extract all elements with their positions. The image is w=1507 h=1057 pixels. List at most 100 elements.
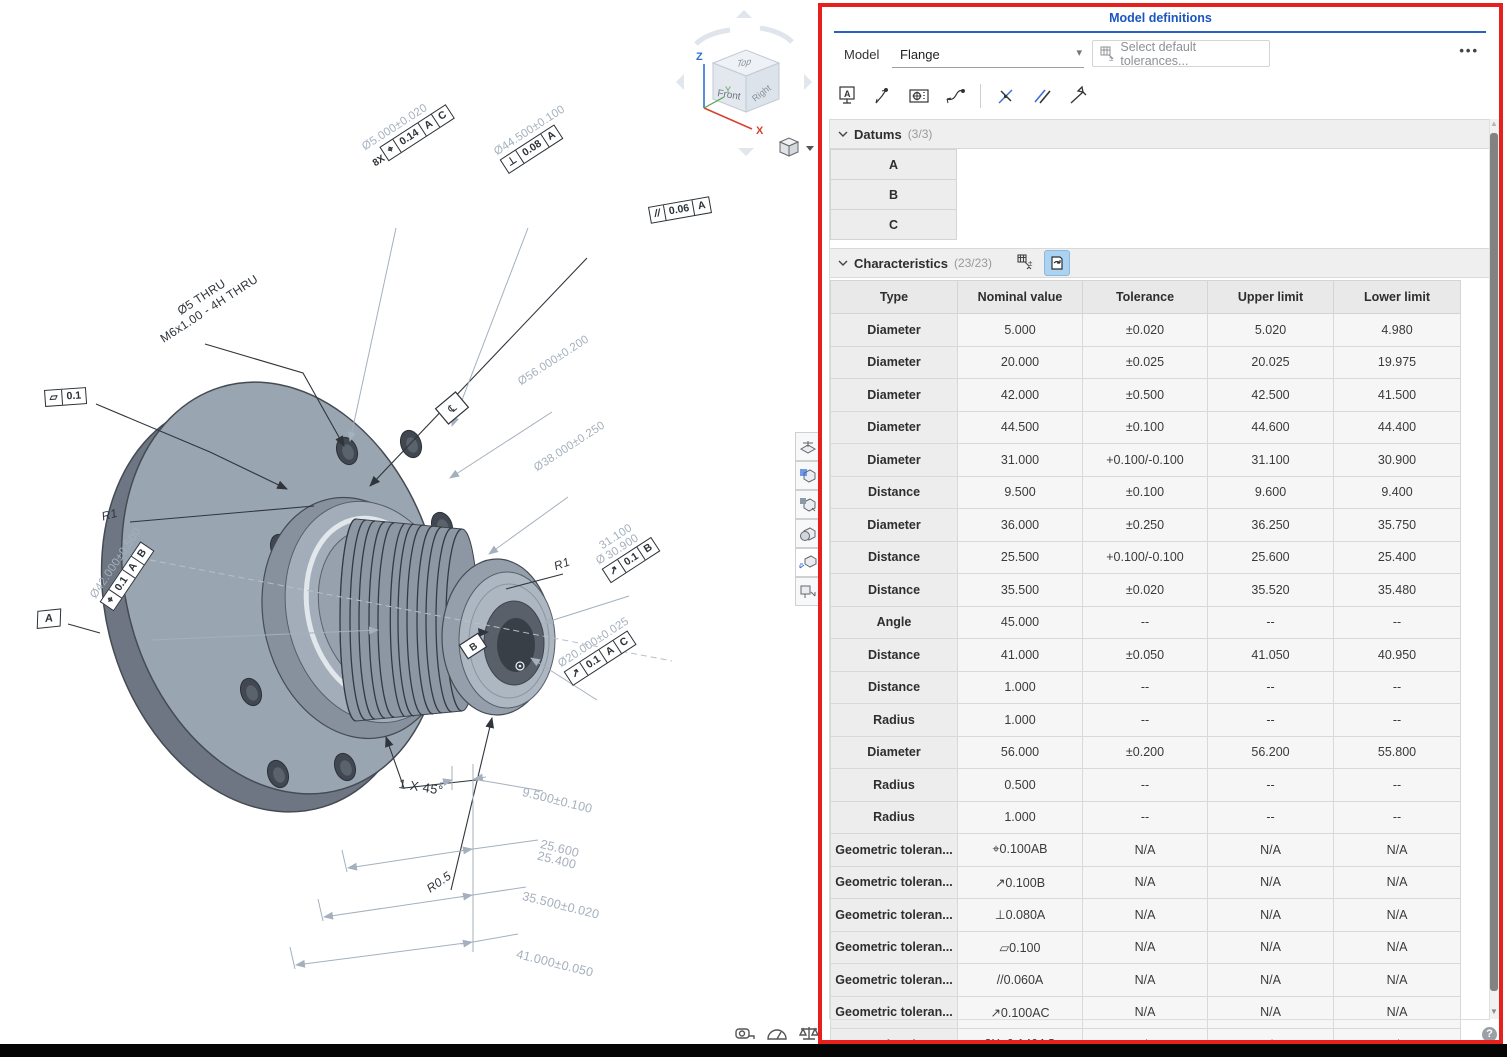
value-cell[interactable]: 45.000 xyxy=(958,606,1083,639)
value-cell[interactable]: 20.000 xyxy=(958,346,1083,379)
overflow-menu-button[interactable]: ••• xyxy=(1459,43,1479,58)
type-cell[interactable]: Distance xyxy=(831,639,958,672)
value-cell[interactable]: N/A xyxy=(1334,996,1461,1029)
value-cell[interactable]: 4.980 xyxy=(1334,314,1461,347)
value-cell[interactable]: 35.480 xyxy=(1334,574,1461,607)
explode-view-button[interactable] xyxy=(795,548,821,577)
value-cell[interactable]: ↗0.100AC xyxy=(958,996,1083,1029)
value-cell[interactable]: -- xyxy=(1334,769,1461,802)
table-row[interactable]: Geometric toleran...▱0.100N/AN/AN/A xyxy=(831,931,1461,964)
value-cell[interactable]: N/A xyxy=(1083,834,1208,867)
model-dropdown[interactable]: Flange ▾ xyxy=(892,41,1084,68)
view-cube[interactable]: Top Front Right Z X Y xyxy=(668,8,818,166)
datum-a-flag[interactable]: A xyxy=(36,607,62,628)
value-cell[interactable]: -- xyxy=(1083,704,1208,737)
value-cell[interactable]: N/A xyxy=(1208,899,1334,932)
type-cell[interactable]: Angle xyxy=(831,606,958,639)
type-cell[interactable]: Diameter xyxy=(831,346,958,379)
characteristics-table[interactable]: Type Nominal value Tolerance Upper limit… xyxy=(830,280,1461,1057)
value-cell[interactable]: N/A xyxy=(1083,866,1208,899)
value-cell[interactable]: 41.050 xyxy=(1208,639,1334,672)
value-cell[interactable]: 25.400 xyxy=(1334,541,1461,574)
table-row[interactable]: Radius1.000------ xyxy=(831,801,1461,834)
type-cell[interactable]: Diameter xyxy=(831,314,958,347)
datum-arrow-button[interactable] xyxy=(1065,82,1091,110)
table-row[interactable]: Geometric toleran...⌖0.100ABN/AN/AN/A xyxy=(831,834,1461,867)
value-cell[interactable]: //0.060A xyxy=(958,964,1083,997)
value-cell[interactable]: 5.020 xyxy=(1208,314,1334,347)
flatness-fcf[interactable]: ▱0.1 xyxy=(44,387,87,407)
value-cell[interactable]: N/A xyxy=(1083,899,1208,932)
flange-body[interactable] xyxy=(52,342,555,852)
type-cell[interactable]: Radius xyxy=(831,704,958,737)
value-cell[interactable]: -- xyxy=(1208,801,1334,834)
annotation-views-button[interactable] xyxy=(795,577,821,606)
value-cell[interactable]: 35.520 xyxy=(1208,574,1334,607)
value-cell[interactable]: +0.100/-0.100 xyxy=(1083,541,1208,574)
render-mode-button[interactable] xyxy=(795,519,821,548)
tape-measure-icon[interactable] xyxy=(732,1024,758,1044)
table-row[interactable]: Diameter31.000+0.100/-0.10031.10030.900 xyxy=(831,444,1461,477)
value-cell[interactable]: 56.200 xyxy=(1208,736,1334,769)
view-mode-button[interactable] xyxy=(780,138,814,156)
scrollbar-down-arrow[interactable]: ▼ xyxy=(1488,1007,1500,1016)
value-cell[interactable]: 1.000 xyxy=(958,671,1083,704)
value-cell[interactable]: N/A xyxy=(1208,996,1334,1029)
value-cell[interactable]: 19.975 xyxy=(1334,346,1461,379)
display-style-button[interactable] xyxy=(795,490,821,519)
value-cell[interactable]: 9.400 xyxy=(1334,476,1461,509)
value-cell[interactable]: N/A xyxy=(1083,964,1208,997)
table-row[interactable]: Diameter20.000±0.02520.02519.975 xyxy=(831,346,1461,379)
geometric-tolerance-button[interactable] xyxy=(906,82,932,110)
value-cell[interactable]: ▱0.100 xyxy=(958,931,1083,964)
value-cell[interactable]: -- xyxy=(1083,801,1208,834)
table-row[interactable]: Diameter56.000±0.20056.20055.800 xyxy=(831,736,1461,769)
type-cell[interactable]: Distance xyxy=(831,541,958,574)
value-cell[interactable]: -- xyxy=(1334,671,1461,704)
table-row[interactable]: Diameter5.000±0.0205.0204.980 xyxy=(831,314,1461,347)
value-cell[interactable]: ±0.020 xyxy=(1083,574,1208,607)
table-row[interactable]: Diameter44.500±0.10044.60044.400 xyxy=(831,411,1461,444)
select-default-tolerances-button[interactable]: ± Select default tolerances... xyxy=(1092,40,1270,67)
value-cell[interactable]: 25.500 xyxy=(958,541,1083,574)
value-cell[interactable]: N/A xyxy=(1208,931,1334,964)
value-cell[interactable]: -- xyxy=(1208,769,1334,802)
value-cell[interactable]: 44.400 xyxy=(1334,411,1461,444)
value-cell[interactable]: +0.100/-0.100 xyxy=(1083,444,1208,477)
dimension-leader-button[interactable] xyxy=(870,82,896,110)
value-cell[interactable]: -- xyxy=(1208,606,1334,639)
help-button[interactable]: ? xyxy=(1482,1027,1497,1042)
value-cell[interactable]: N/A xyxy=(1083,931,1208,964)
intersection-measure-button[interactable] xyxy=(993,82,1019,110)
value-cell[interactable]: -- xyxy=(1334,606,1461,639)
value-cell[interactable]: 9.600 xyxy=(1208,476,1334,509)
value-cell[interactable]: ±0.100 xyxy=(1083,411,1208,444)
type-cell[interactable]: Diameter xyxy=(831,736,958,769)
type-cell[interactable]: Geometric toleran... xyxy=(831,866,958,899)
table-row[interactable]: Distance35.500±0.02035.52035.480 xyxy=(831,574,1461,607)
value-cell[interactable]: 41.000 xyxy=(958,639,1083,672)
value-cell[interactable]: N/A xyxy=(1208,964,1334,997)
type-cell[interactable]: Geometric toleran... xyxy=(831,931,958,964)
value-cell[interactable]: 44.500 xyxy=(958,411,1083,444)
value-cell[interactable]: N/A xyxy=(1334,899,1461,932)
value-cell[interactable]: 44.600 xyxy=(1208,411,1334,444)
type-cell[interactable]: Diameter xyxy=(831,379,958,412)
datum-row-a[interactable]: A xyxy=(830,149,957,180)
table-row[interactable]: Distance1.000------ xyxy=(831,671,1461,704)
datum-row-b[interactable]: B xyxy=(830,179,957,210)
value-cell[interactable]: -- xyxy=(1334,801,1461,834)
type-cell[interactable]: Geometric toleran... xyxy=(831,964,958,997)
value-cell[interactable]: 41.500 xyxy=(1334,379,1461,412)
value-cell[interactable]: -- xyxy=(1083,606,1208,639)
value-cell[interactable]: ±0.500 xyxy=(1083,379,1208,412)
table-row[interactable]: Geometric toleran...↗0.100BN/AN/AN/A xyxy=(831,866,1461,899)
value-cell[interactable]: 0.500 xyxy=(958,769,1083,802)
value-cell[interactable]: ±0.200 xyxy=(1083,736,1208,769)
cad-viewport[interactable]: ℄ B Ø5 THRU M6x1.00 - 4H THRU Ø5.000±0.0… xyxy=(0,0,820,1044)
table-row[interactable]: Geometric toleran...↗0.100ACN/AN/AN/A xyxy=(831,996,1461,1029)
type-cell[interactable]: Geometric toleran... xyxy=(831,834,958,867)
value-cell[interactable]: 30.900 xyxy=(1334,444,1461,477)
type-cell[interactable]: Diameter xyxy=(831,444,958,477)
value-cell[interactable]: 9.500 xyxy=(958,476,1083,509)
